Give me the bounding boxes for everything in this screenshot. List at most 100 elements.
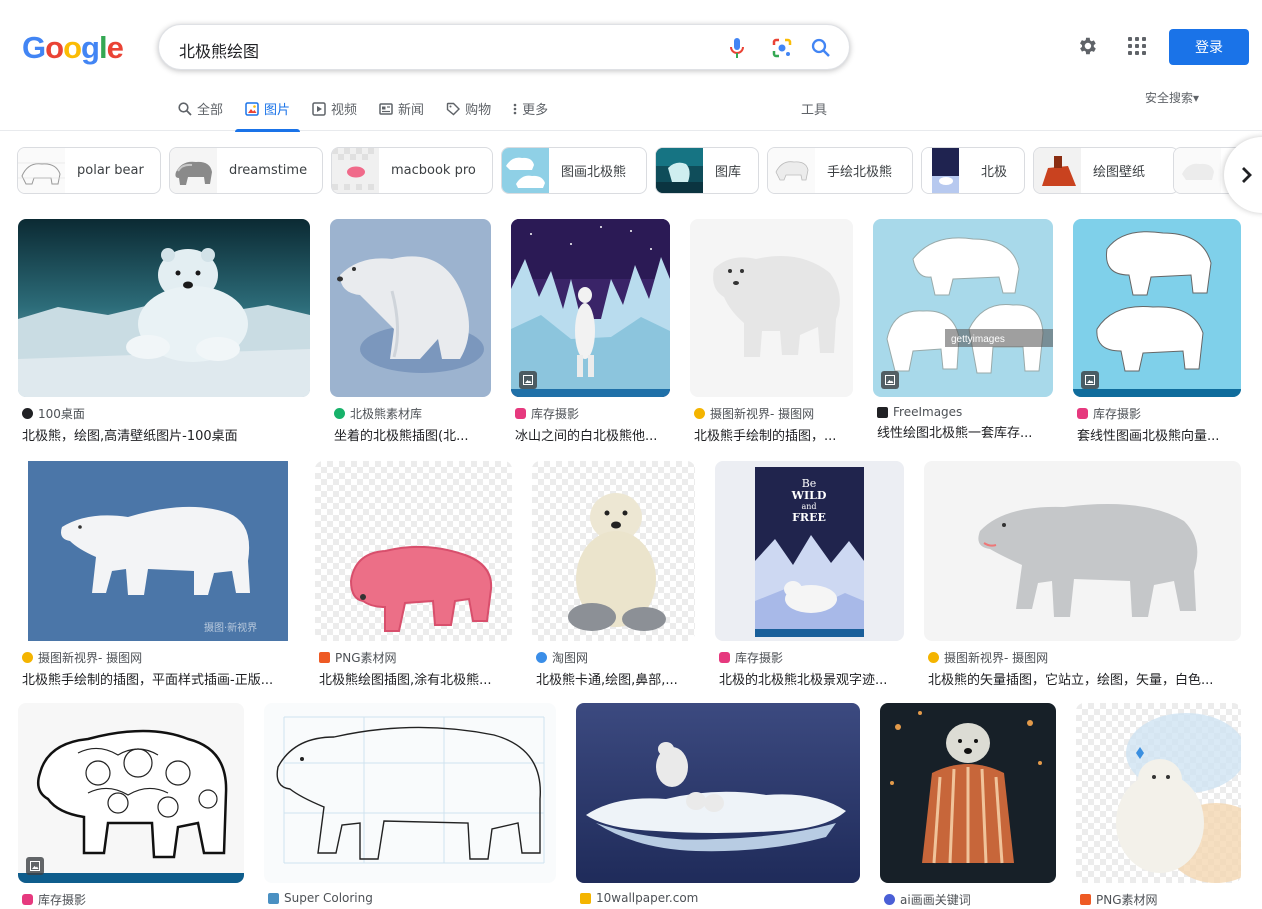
microphone-icon[interactable]: [725, 36, 749, 60]
result-title[interactable]: 坐着的北极熊插图(北...: [330, 425, 491, 444]
result-image[interactable]: [880, 703, 1056, 883]
source-name: 北极熊素材库: [350, 407, 423, 421]
related-searches-chips: polar bear dreamstime macbook pro 图画北极熊 …: [17, 147, 1262, 195]
result-source[interactable]: 库存摄影: [1073, 405, 1241, 422]
logo-letter: l: [98, 30, 108, 65]
image-result[interactable]: PNG素材网 北极熊绘图插图,涂有北极熊...: [315, 461, 512, 688]
result-source[interactable]: Super Coloring: [264, 891, 556, 905]
search-input[interactable]: 北极熊绘图: [179, 38, 259, 62]
result-title[interactable]: 北极熊绘图插图,涂有北极熊...: [315, 669, 512, 688]
chip-drawing-polar-bear[interactable]: 图画北极熊: [501, 147, 647, 194]
image-result[interactable]: gettyimages FreeImages 线性绘图北极熊一套库存...: [873, 219, 1053, 441]
image-result[interactable]: 库存摄影 套线性图画北极熊向量...: [1073, 219, 1241, 444]
gear-icon[interactable]: [1074, 33, 1100, 59]
result-source[interactable]: 摄图新视界- 摄图网: [690, 405, 853, 422]
image-result[interactable]: 库存摄影 冰山之间的白北极熊他...: [511, 219, 670, 444]
image-result[interactable]: 10wallpaper.com: [576, 703, 860, 905]
tab-shopping[interactable]: 购物: [436, 86, 501, 131]
poster-text: FREE: [792, 511, 826, 524]
image-result[interactable]: 北极熊素材库 坐着的北极熊插图(北...: [330, 219, 491, 444]
result-source[interactable]: 库存摄影: [18, 891, 244, 908]
image-result[interactable]: 摄图新视界- 摄图网 北极熊手绘制的插图，...: [690, 219, 853, 444]
image-result[interactable]: 摄图·新视界 摄图新视界- 摄图网 北极熊手绘制的插图，平面样式插画-正版...: [18, 461, 295, 688]
result-source[interactable]: 摄图新视界- 摄图网: [924, 649, 1241, 666]
result-image[interactable]: [18, 703, 244, 883]
lens-camera-icon[interactable]: [770, 36, 794, 60]
tab-all[interactable]: 全部: [168, 86, 233, 131]
chip-macbook-pro[interactable]: macbook pro: [331, 147, 493, 194]
result-image[interactable]: [924, 461, 1241, 641]
result-title[interactable]: 北极熊的矢量插图，它站立，绘图，矢量，白色...: [924, 669, 1241, 688]
image-result[interactable]: 库存摄影: [18, 703, 244, 908]
result-source[interactable]: PNG素材网: [315, 649, 512, 666]
site-icon: [694, 408, 705, 419]
result-image[interactable]: Be WILD and FREE: [715, 461, 904, 641]
result-source[interactable]: 100桌面: [18, 405, 310, 422]
result-image[interactable]: [1076, 703, 1241, 883]
image-result[interactable]: 淘图网 北极熊卡通,绘图,鼻部,...: [532, 461, 695, 688]
image-result[interactable]: Be WILD and FREE 库存摄影 北极的北极熊北极景观字迹...: [715, 461, 904, 688]
result-image[interactable]: gettyimages: [873, 219, 1053, 397]
result-image[interactable]: [690, 219, 853, 397]
chip-gallery[interactable]: 图库: [655, 147, 759, 194]
result-title[interactable]: 套线性图画北极熊向量...: [1073, 425, 1241, 444]
tools-button[interactable]: 工具: [801, 99, 827, 118]
result-source[interactable]: 北极熊素材库: [330, 405, 491, 422]
header: Google 北极熊绘图 登录 全部 图片 视频 新闻 购物 更多 工具 安全搜…: [0, 0, 1262, 132]
result-title[interactable]: 北极熊手绘制的插图，平面样式插画-正版...: [18, 669, 295, 688]
chip-hand-drawn-polar-bear[interactable]: 手绘北极熊: [767, 147, 913, 194]
image-result[interactable]: ai画画关键词: [880, 703, 1056, 908]
result-image[interactable]: [264, 703, 556, 883]
result-image[interactable]: 摄图·新视界: [18, 461, 295, 641]
image-result[interactable]: 摄图新视界- 摄图网 北极熊的矢量插图，它站立，绘图，矢量，白色...: [924, 461, 1241, 688]
result-source[interactable]: 淘图网: [532, 649, 695, 666]
tab-images[interactable]: 图片: [235, 86, 301, 132]
result-image[interactable]: [511, 219, 670, 397]
search-icon[interactable]: [809, 36, 833, 60]
result-image[interactable]: [1073, 219, 1241, 397]
poster-text: and: [801, 502, 816, 511]
result-title[interactable]: 冰山之间的白北极熊他...: [511, 425, 670, 444]
source-name: FreeImages: [893, 405, 963, 419]
chip-label: 图画北极熊: [561, 165, 627, 180]
chip-arctic[interactable]: 北极: [921, 147, 1025, 194]
result-title[interactable]: 线性绘图北极熊一套库存...: [873, 422, 1053, 441]
result-source[interactable]: 库存摄影: [511, 405, 670, 422]
safesearch-menu[interactable]: 安全搜索▾: [1145, 89, 1199, 106]
image-result[interactable]: Super Coloring: [264, 703, 556, 905]
result-source[interactable]: PNG素材网: [1076, 891, 1241, 908]
result-source[interactable]: ai画画关键词: [880, 891, 1056, 908]
gettyimages-watermark: gettyimages: [951, 334, 1005, 345]
result-source[interactable]: FreeImages: [873, 405, 1053, 419]
apps-grid-icon[interactable]: [1124, 33, 1150, 59]
result-image[interactable]: [532, 461, 695, 641]
chip-thumbnail: [1174, 148, 1221, 193]
search-tabs: 全部 图片 视频 新闻 购物 更多: [168, 86, 560, 132]
result-image[interactable]: [18, 219, 310, 397]
result-title[interactable]: 北极的北极熊北极景观字迹...: [715, 669, 904, 688]
result-source[interactable]: 库存摄影: [715, 649, 904, 666]
login-button[interactable]: 登录: [1169, 29, 1249, 65]
result-title[interactable]: 北极熊手绘制的插图，...: [690, 425, 853, 444]
result-source[interactable]: 10wallpaper.com: [576, 891, 860, 905]
image-result[interactable]: PNG素材网: [1076, 703, 1241, 908]
chip-label: polar bear: [77, 163, 144, 178]
chip-drawing-wallpaper[interactable]: 绘图壁纸: [1033, 147, 1179, 194]
more-vert-icon: [513, 102, 517, 116]
image-result[interactable]: 100桌面 北极熊，绘图,高清壁纸图片-100桌面: [18, 219, 310, 444]
tab-videos[interactable]: 视频: [302, 86, 367, 131]
result-image[interactable]: [576, 703, 860, 883]
chip-thumbnail: [656, 148, 703, 193]
result-image[interactable]: [315, 461, 512, 641]
site-icon: [877, 406, 888, 418]
result-title[interactable]: 北极熊卡通,绘图,鼻部,...: [532, 669, 695, 688]
chip-polar-bear[interactable]: polar bear: [17, 147, 161, 194]
google-logo[interactable]: Google: [22, 30, 124, 66]
result-title[interactable]: 北极熊，绘图,高清壁纸图片-100桌面: [18, 425, 310, 444]
search-box[interactable]: 北极熊绘图: [158, 24, 850, 70]
result-source[interactable]: 摄图新视界- 摄图网: [18, 649, 295, 666]
result-image[interactable]: [330, 219, 491, 397]
tab-news[interactable]: 新闻: [369, 86, 434, 131]
tab-more[interactable]: 更多: [503, 86, 558, 131]
chip-dreamstime[interactable]: dreamstime: [169, 147, 323, 194]
